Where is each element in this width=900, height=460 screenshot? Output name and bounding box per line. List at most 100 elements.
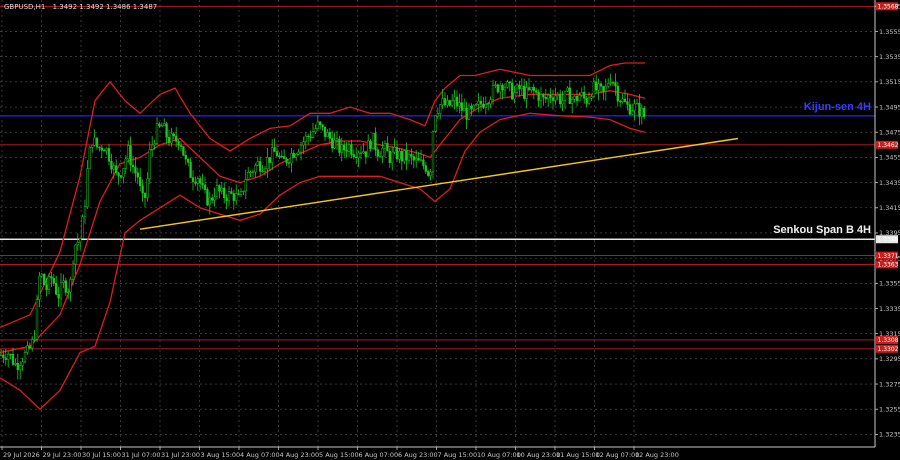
x-tick-label: 5 Aug 15:00 <box>319 451 359 459</box>
candle-body <box>263 168 267 172</box>
y-tick-label: 1.3555 <box>879 28 900 36</box>
candle-body <box>359 152 363 154</box>
candle-body <box>211 197 214 201</box>
candle-body <box>352 154 355 158</box>
candle-body <box>91 144 94 148</box>
candle-body <box>494 84 497 86</box>
candle-body <box>28 345 31 349</box>
candle-body <box>170 133 173 144</box>
candle-body <box>86 168 89 207</box>
candle-body <box>621 98 624 102</box>
candle-body <box>379 156 382 158</box>
x-tick-label: 30 Jul 15:00 <box>82 451 121 459</box>
candle-body <box>347 144 351 152</box>
candle-body <box>446 100 449 106</box>
candle-body <box>189 162 192 178</box>
candle-body <box>415 158 418 161</box>
candle-body <box>182 146 185 156</box>
candle-body <box>604 85 607 92</box>
y-tick-label: 1.3475 <box>879 129 900 137</box>
candle-body <box>597 83 600 91</box>
candle-body <box>532 86 535 91</box>
candle-body <box>259 161 262 172</box>
candle-body <box>295 153 298 158</box>
candle-body <box>7 353 10 360</box>
candle-body <box>434 115 437 132</box>
candle-body <box>314 128 317 133</box>
candle-body <box>155 123 159 144</box>
candle-body <box>638 102 641 117</box>
candle-body <box>71 263 75 280</box>
candle-body <box>146 178 149 198</box>
candle-body <box>323 126 327 137</box>
candle-body <box>95 137 99 148</box>
x-tick-label: 6 Aug 23:00 <box>398 451 438 459</box>
candle-body <box>539 94 543 101</box>
candle-body <box>62 280 65 283</box>
candle-body <box>16 363 19 370</box>
candle-body <box>580 92 583 96</box>
x-tick-label: 6 Aug 07:00 <box>359 451 399 459</box>
candle-body <box>79 238 82 243</box>
candle-body <box>256 161 259 166</box>
candle-body <box>129 145 132 166</box>
candle-body <box>542 94 545 98</box>
candle-body <box>335 138 339 141</box>
candle-body <box>290 153 293 164</box>
candle-body <box>530 86 533 91</box>
candle-body <box>501 85 504 91</box>
x-tick-label: 10 Aug 07:00 <box>477 451 521 459</box>
y-tick-label: 1.3355 <box>879 280 900 288</box>
candle-body <box>112 165 115 170</box>
candle-body <box>235 193 238 201</box>
candle-body <box>371 132 375 150</box>
candle-body <box>357 152 360 158</box>
candle-body <box>59 282 63 299</box>
candle-body <box>506 81 509 88</box>
candle-body <box>491 84 495 100</box>
price-chart[interactable]: 1.35751.35551.35351.35151.34951.34751.34… <box>0 0 900 460</box>
candle-body <box>326 132 329 137</box>
candle-body <box>417 158 420 161</box>
candle-body <box>203 184 207 190</box>
candle-body <box>482 104 485 108</box>
candle-body <box>43 273 46 285</box>
x-tick-label: 11 Aug 15:00 <box>556 451 600 459</box>
candle-body <box>40 273 43 277</box>
candle-body <box>422 159 425 166</box>
candle-body <box>340 144 343 153</box>
candle-body <box>287 162 291 164</box>
candle-body <box>374 132 377 151</box>
candle-body <box>453 96 456 101</box>
candle-body <box>14 363 17 365</box>
y-tick-label: 1.3535 <box>879 53 900 61</box>
candle-body <box>602 86 605 92</box>
candle-body <box>583 92 586 99</box>
candle-body <box>38 275 41 300</box>
candle-body <box>537 92 540 101</box>
candle-body <box>573 95 576 100</box>
candle-body <box>566 87 569 92</box>
y-tick-label: 1.3235 <box>879 431 900 439</box>
candle-body <box>31 339 34 349</box>
candle-body <box>513 92 516 100</box>
candle-body <box>561 100 564 105</box>
candle-body <box>83 206 87 218</box>
candle-body <box>448 100 451 106</box>
candle-body <box>139 176 142 187</box>
candle-body <box>643 107 646 117</box>
candle-body <box>520 85 523 89</box>
candle-body <box>275 151 279 157</box>
candle-body <box>386 143 389 152</box>
candle-body <box>266 157 269 170</box>
y-tick-label: 1.3435 <box>879 179 900 187</box>
x-tick-label: 4 Aug 23:00 <box>280 451 320 459</box>
candle-body <box>635 102 639 105</box>
candle-body <box>451 100 454 106</box>
candle-body <box>578 95 581 102</box>
candle-body <box>55 283 58 295</box>
candle-body <box>206 189 209 206</box>
candle-body <box>388 150 391 163</box>
x-tick-label: 3 Aug 15:00 <box>201 451 241 459</box>
candle-body <box>21 361 24 366</box>
